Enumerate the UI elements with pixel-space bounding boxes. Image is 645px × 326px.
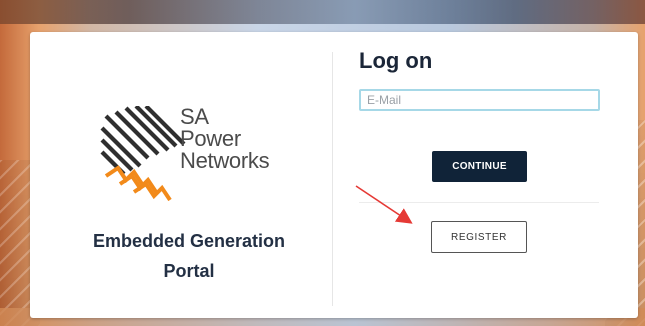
logo-text: SA Power Networks xyxy=(180,106,300,172)
logo-line-sa: SA xyxy=(180,104,209,129)
card-divider xyxy=(332,52,333,306)
login-title: Log on xyxy=(359,48,433,73)
logo-line-networks: Networks xyxy=(180,148,270,173)
email-input[interactable] xyxy=(359,89,600,111)
brand-logo: SA Power Networks xyxy=(100,106,280,201)
portal-title: Embedded Generation Portal xyxy=(92,231,286,281)
continue-button[interactable]: CONTINUE xyxy=(432,151,527,182)
logo-line-power: Power xyxy=(180,126,241,151)
sa-power-networks-logo-icon xyxy=(100,106,186,201)
section-separator xyxy=(359,202,599,203)
background-top xyxy=(0,0,645,24)
register-button[interactable]: REGISTER xyxy=(431,221,527,253)
